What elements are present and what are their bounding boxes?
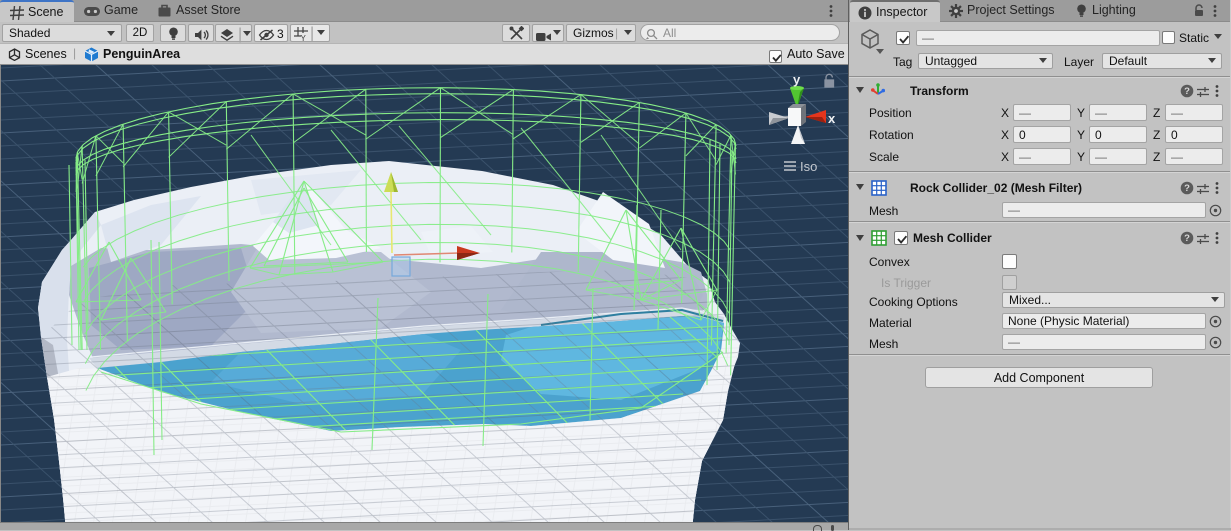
svg-text:y: y xyxy=(793,72,801,87)
svg-text:?: ? xyxy=(1184,183,1190,194)
svg-text:Iso: Iso xyxy=(800,159,817,174)
svg-text:Y: Y xyxy=(301,34,307,41)
svg-text:?: ? xyxy=(1184,233,1190,244)
svg-text:?: ? xyxy=(1184,86,1190,97)
svg-text:x: x xyxy=(828,111,836,126)
